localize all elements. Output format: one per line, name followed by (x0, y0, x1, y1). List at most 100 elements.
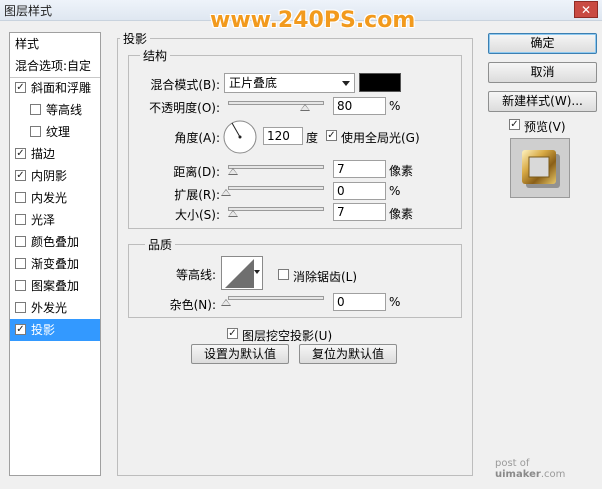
preview-check[interactable]: ✓ (509, 119, 520, 130)
style-list: 样式 混合选项:自定 ✓ 斜面和浮雕等高线纹理 ✓ 描边 ✓ 内阴影内发光光泽颜色叠加渐变… (9, 32, 101, 476)
style-item[interactable]: 外发光 (10, 297, 100, 319)
style-item-label: 渐变叠加 (31, 257, 80, 271)
style-item-label: 光泽 (31, 213, 56, 227)
new-style-button[interactable]: 新建样式(W)... (488, 91, 597, 112)
style-item-checkbox[interactable] (15, 192, 26, 203)
angle-dial[interactable] (222, 119, 258, 155)
spread-field[interactable]: 0 (333, 182, 386, 200)
opacity-field[interactable]: 80 (333, 97, 386, 115)
size-label: 大小(S): (174, 208, 220, 222)
size-slider-thumb[interactable] (228, 210, 238, 217)
style-item-checkbox[interactable]: ✓ (15, 170, 26, 181)
style-item[interactable]: ✓ 斜面和浮雕 (10, 77, 100, 99)
blend-options-label: 混合选项:自定 (15, 59, 92, 73)
style-item[interactable]: ✓ 投影 (10, 319, 100, 341)
style-item-checkbox[interactable] (15, 214, 26, 225)
noise-slider-thumb[interactable] (221, 299, 231, 306)
opacity-slider-thumb[interactable] (299, 104, 310, 111)
opacity-label: 不透明度(O): (149, 101, 220, 115)
contour-picker[interactable] (221, 256, 263, 290)
blend-mode-label: 混合模式(B): (150, 78, 220, 92)
style-item-label: 等高线 (46, 103, 83, 117)
styles-header-label: 样式 (15, 37, 40, 51)
noise-unit: % (389, 295, 401, 309)
spread-slider-thumb[interactable] (221, 189, 231, 196)
style-item[interactable]: ✓ 描边 (10, 143, 100, 165)
knockout-check[interactable]: ✓ (227, 328, 238, 339)
preview-thumbnail-icon (522, 150, 560, 188)
style-item[interactable]: ✓ 内阴影 (10, 165, 100, 187)
style-item[interactable]: 等高线 (10, 99, 100, 121)
style-item-checkbox[interactable] (15, 280, 26, 291)
noise-field[interactable]: 0 (333, 293, 386, 311)
opacity-unit: % (389, 99, 401, 113)
size-unit: 像素 (389, 207, 414, 221)
style-item-label: 斜面和浮雕 (31, 81, 92, 95)
quality-title: 品质 (145, 236, 176, 253)
set-default-button[interactable]: 设置为默认值 (191, 344, 289, 364)
structure-title: 结构 (140, 47, 171, 64)
distance-slider[interactable] (228, 165, 324, 169)
style-item-checkbox[interactable]: ✓ (15, 82, 26, 93)
close-button[interactable]: ✕ (574, 1, 598, 18)
footer-watermark-site: uimaker (495, 469, 541, 480)
angle-unit: 度 (306, 131, 319, 145)
styles-header[interactable]: 样式 (10, 33, 100, 55)
chevron-down-icon (342, 81, 350, 86)
distance-slider-thumb[interactable] (228, 168, 238, 175)
reset-default-button[interactable]: 复位为默认值 (299, 344, 397, 364)
blend-options-item[interactable]: 混合选项:自定 (10, 55, 100, 78)
style-item-label: 投影 (31, 323, 56, 337)
preview-label: 预览(V) (524, 120, 566, 134)
style-item-label: 图案叠加 (31, 279, 80, 293)
footer-watermark: post of uimaker.com (495, 458, 602, 480)
noise-label: 杂色(N): (169, 298, 216, 312)
antialias-label: 消除锯齿(L) (293, 270, 358, 284)
noise-slider[interactable] (228, 296, 324, 300)
style-item-label: 颜色叠加 (31, 235, 80, 249)
drop-shadow-title: 投影 (120, 30, 151, 47)
style-item-checkbox[interactable]: ✓ (15, 148, 26, 159)
style-item-checkbox[interactable] (15, 258, 26, 269)
chevron-down-icon (254, 270, 260, 274)
style-item-label: 内发光 (31, 191, 68, 205)
footer-watermark-suffix: .com (540, 469, 566, 480)
style-item-checkbox[interactable] (15, 236, 26, 247)
style-item-checkbox[interactable]: ✓ (15, 324, 26, 335)
style-item[interactable]: 纹理 (10, 121, 100, 143)
contour-label: 等高线: (175, 268, 216, 282)
style-item[interactable]: 光泽 (10, 209, 100, 231)
spread-unit: % (389, 184, 401, 198)
distance-field[interactable]: 7 (333, 160, 386, 178)
antialias-check[interactable] (278, 269, 289, 280)
style-item-checkbox[interactable] (30, 104, 41, 115)
spread-slider[interactable] (228, 186, 324, 190)
style-item-label: 描边 (31, 147, 56, 161)
ok-button[interactable]: 确定 (488, 33, 597, 54)
blend-mode-select[interactable]: 正片叠底 (224, 73, 355, 93)
size-slider[interactable] (228, 207, 324, 211)
style-item-label: 外发光 (31, 301, 68, 315)
distance-label: 距离(D): (173, 165, 220, 179)
style-item[interactable]: 渐变叠加 (10, 253, 100, 275)
style-item[interactable]: 内发光 (10, 187, 100, 209)
style-item-label: 纹理 (46, 125, 71, 139)
blend-mode-value: 正片叠底 (229, 76, 278, 90)
style-item[interactable]: 颜色叠加 (10, 231, 100, 253)
style-item-label: 内阴影 (31, 169, 68, 183)
footer-watermark-prefix: post of (495, 458, 530, 469)
knockout-label: 图层挖空投影(U) (242, 329, 333, 343)
style-item[interactable]: 图案叠加 (10, 275, 100, 297)
angle-label: 角度(A): (174, 131, 220, 145)
style-item-checkbox[interactable] (15, 302, 26, 313)
distance-unit: 像素 (389, 164, 414, 178)
style-preview (510, 138, 570, 198)
size-field[interactable]: 7 (333, 203, 386, 221)
global-light-check[interactable]: ✓ (326, 130, 337, 141)
angle-field[interactable]: 120 (263, 127, 303, 145)
shadow-color-swatch[interactable] (359, 73, 401, 92)
contour-curve-icon (225, 259, 254, 288)
spread-label: 扩展(R): (174, 188, 220, 202)
style-item-checkbox[interactable] (30, 126, 41, 137)
cancel-button[interactable]: 取消 (488, 62, 597, 83)
